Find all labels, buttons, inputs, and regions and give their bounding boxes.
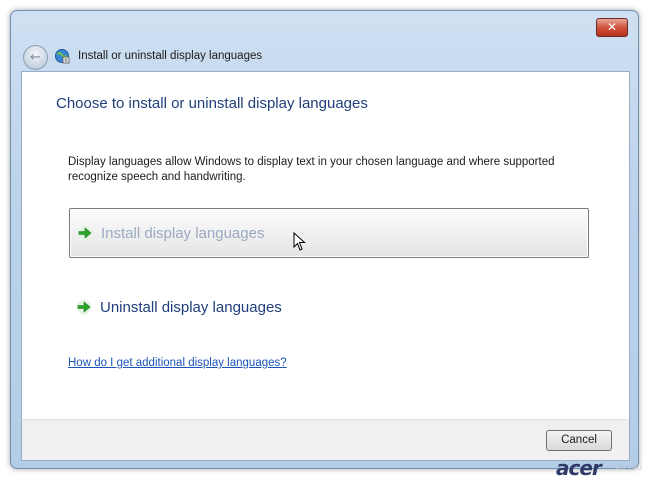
green-arrow-icon	[76, 299, 92, 315]
description-text: Display languages allow Windows to displ…	[68, 156, 555, 183]
content-panel: Choose to install or uninstall display l…	[21, 71, 630, 420]
mouse-cursor-icon	[293, 232, 306, 251]
dialog-footer: Cancel	[21, 419, 630, 461]
install-option-label: Install display languages	[101, 224, 265, 242]
cancel-button[interactable]: Cancel	[546, 430, 612, 451]
acer-logo: acer	[556, 456, 602, 480]
install-display-languages-option[interactable]: Install display languages	[69, 208, 589, 258]
back-arrow-icon: ←	[30, 50, 41, 65]
close-icon: ✕	[606, 20, 618, 34]
page-heading: Choose to install or uninstall display l…	[56, 95, 368, 112]
dialog-window: ✕ ← Install or uninstall display languag…	[10, 10, 639, 469]
uninstall-display-languages-option[interactable]: Uninstall display languages	[69, 283, 587, 331]
window-title: Install or uninstall display languages	[78, 50, 263, 62]
green-arrow-icon	[77, 225, 93, 241]
back-button[interactable]: ←	[23, 45, 48, 70]
uninstall-option-label: Uninstall display languages	[100, 298, 282, 316]
help-link[interactable]: How do I get additional display language…	[68, 357, 287, 369]
watermark-suffix: FANS.RU	[612, 464, 643, 472]
language-globe-icon	[55, 49, 70, 64]
close-button[interactable]: ✕	[596, 18, 628, 37]
